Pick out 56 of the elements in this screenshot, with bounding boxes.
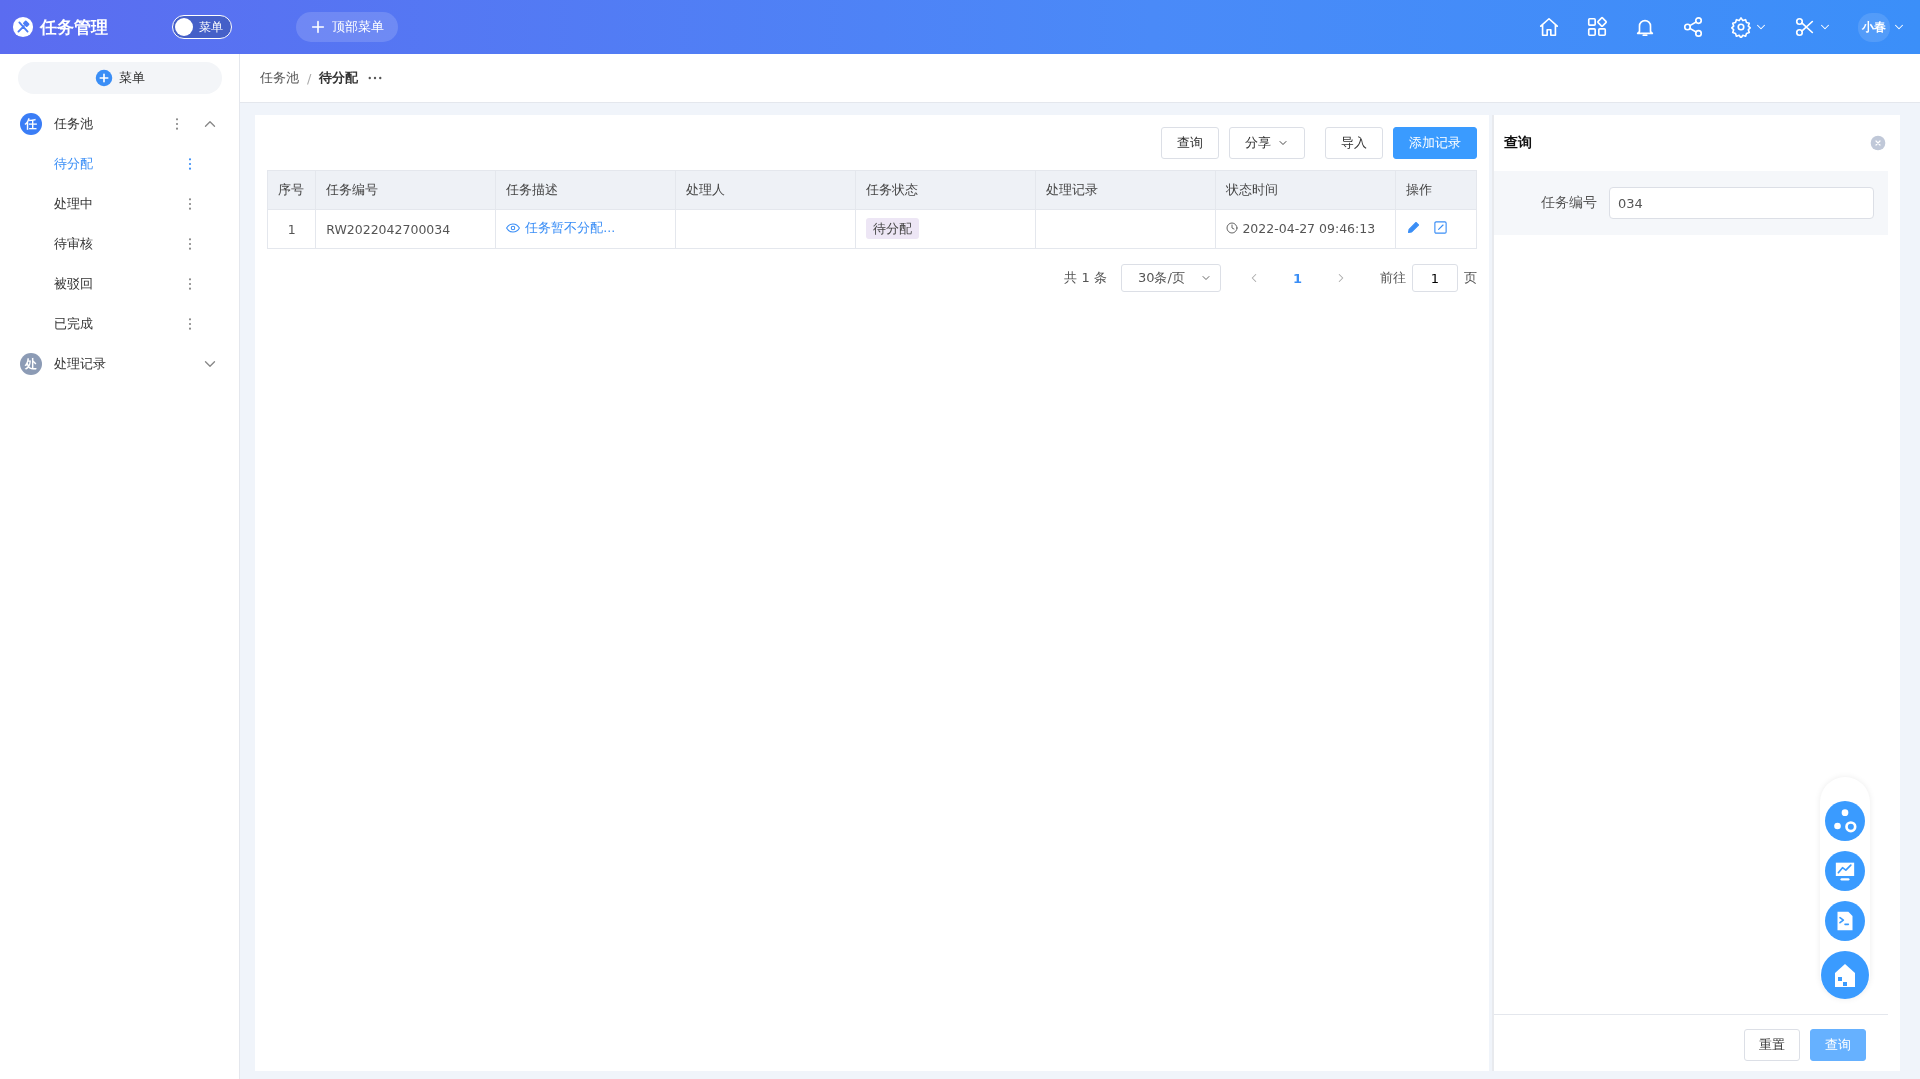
- reset-button[interactable]: 重置: [1744, 1029, 1800, 1061]
- close-icon[interactable]: [1870, 135, 1886, 151]
- menu-item[interactable]: 被驳回: [0, 264, 198, 304]
- column-header: 任务描述: [495, 170, 676, 210]
- share-dropdown[interactable]: 分享: [1229, 127, 1305, 159]
- network-settings-icon[interactable]: [1825, 801, 1865, 841]
- page-suffix: 页: [1464, 269, 1477, 287]
- status-tag: 待分配: [866, 217, 920, 239]
- column-header: 处理记录: [1035, 170, 1216, 210]
- panel-title: 查询: [1504, 134, 1532, 152]
- column-header: 任务编号: [315, 170, 496, 210]
- eye-icon: [506, 221, 521, 236]
- table-cell: RW2022042700034: [315, 209, 496, 249]
- column-header: 序号: [267, 170, 316, 210]
- menu-item[interactable]: 待审核: [0, 224, 198, 264]
- pencil-icon[interactable]: [1406, 220, 1422, 235]
- field-label: 任务编号: [1540, 194, 1597, 212]
- column-header: 处理人: [675, 170, 856, 210]
- toolbar-button[interactable]: 查询: [1161, 127, 1219, 159]
- settings-icon: [1730, 16, 1752, 38]
- menu-group[interactable]: 任 任务池: [0, 104, 239, 144]
- home-icon[interactable]: [1538, 16, 1560, 38]
- menu-avatar: 处: [20, 353, 42, 375]
- menu-avatar: 任: [20, 113, 42, 135]
- column-header: 任务状态: [855, 170, 1036, 210]
- terminal-file-icon[interactable]: [1825, 901, 1865, 941]
- status-time: 2022-04-27 09:46:13: [1242, 220, 1376, 236]
- add-menu-button[interactable]: 菜单: [18, 62, 222, 94]
- page-size-select[interactable]: 30条/页: [1120, 264, 1221, 292]
- chart-monitor-icon[interactable]: [1825, 851, 1865, 891]
- toolbar-button[interactable]: 导入: [1325, 127, 1383, 159]
- column-header: 操作: [1395, 170, 1477, 210]
- app-title: 任务管理: [40, 15, 108, 39]
- breadcrumb-link[interactable]: 待分配: [319, 69, 359, 87]
- clock-icon: [1226, 222, 1239, 235]
- breadcrumb-separator: /: [307, 70, 312, 86]
- goto-page-field[interactable]: 1: [1412, 264, 1458, 292]
- menu-item[interactable]: 处理中: [0, 184, 198, 224]
- user-name: 小春: [1858, 12, 1890, 42]
- column-header: 状态时间: [1215, 170, 1396, 210]
- apps-icon[interactable]: [1586, 16, 1608, 38]
- task-number-field[interactable]: 034: [1609, 187, 1874, 219]
- plus-icon: [310, 19, 326, 35]
- scissors-icon: [1794, 16, 1816, 38]
- breadcrumb-link[interactable]: 任务池: [260, 69, 299, 87]
- tools-logo-icon: [12, 16, 34, 38]
- table-cell: 1: [267, 209, 316, 249]
- menu-item[interactable]: 已完成: [0, 304, 198, 344]
- goto-label: 前往: [1380, 269, 1406, 287]
- home-icon[interactable]: [1821, 951, 1869, 999]
- edit-box-icon[interactable]: [1433, 220, 1449, 235]
- plus-circle-icon: [95, 69, 113, 87]
- share-icon[interactable]: [1682, 16, 1704, 38]
- menu-toggle[interactable]: 菜单: [172, 15, 232, 39]
- menu-group[interactable]: 处 处理记录: [0, 344, 239, 384]
- total-count: 共 1 条: [1064, 269, 1107, 287]
